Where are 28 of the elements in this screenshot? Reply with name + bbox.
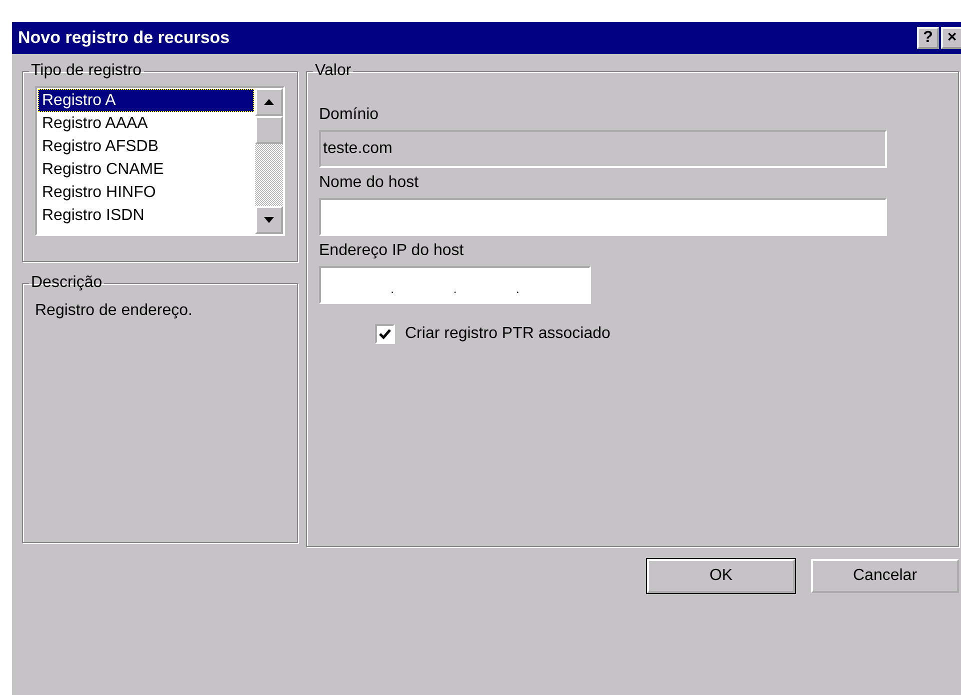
help-button[interactable]: ? bbox=[917, 27, 939, 49]
list-item[interactable]: Registro AAAA bbox=[38, 112, 254, 135]
scroll-thumb[interactable] bbox=[255, 116, 283, 144]
scrollbar[interactable] bbox=[255, 88, 283, 234]
scroll-down-icon[interactable] bbox=[255, 206, 283, 234]
checkbox-label[interactable]: Criar registro PTR associado bbox=[405, 325, 610, 343]
cancel-button[interactable]: Cancelar bbox=[811, 559, 959, 593]
list-item[interactable]: Registro HINFO bbox=[38, 181, 254, 204]
host-name-field[interactable] bbox=[319, 198, 887, 236]
field-label: Endereço IP do host bbox=[319, 242, 465, 260]
list-item[interactable]: Registro ISDN bbox=[38, 204, 254, 227]
close-button[interactable]: × bbox=[941, 27, 961, 49]
ip-address-field[interactable]: . . . bbox=[319, 266, 591, 304]
group-label: Tipo de registro bbox=[30, 62, 143, 80]
ok-button[interactable]: OK bbox=[647, 559, 795, 593]
list-item[interactable]: Registro AFSDB bbox=[38, 135, 254, 158]
group-label: Valor bbox=[314, 62, 352, 80]
list-item[interactable]: Registro CNAME bbox=[38, 158, 254, 181]
list-item[interactable]: Registro A bbox=[38, 89, 254, 112]
window-title: Novo registro de recursos bbox=[18, 28, 230, 48]
description-text: Registro de endereço. bbox=[35, 302, 194, 320]
record-type-list[interactable]: Registro A Registro AAAA Registro AFSDB Registro CNAME Registro HINFO Registro ISDN bbox=[35, 86, 285, 236]
field-label: Nome do host bbox=[319, 174, 420, 192]
group-label: Descrição bbox=[30, 274, 104, 292]
check-icon bbox=[379, 328, 391, 340]
scroll-up-icon[interactable] bbox=[255, 88, 283, 116]
field-label: Domínio bbox=[319, 106, 380, 124]
checkbox[interactable] bbox=[375, 324, 395, 344]
